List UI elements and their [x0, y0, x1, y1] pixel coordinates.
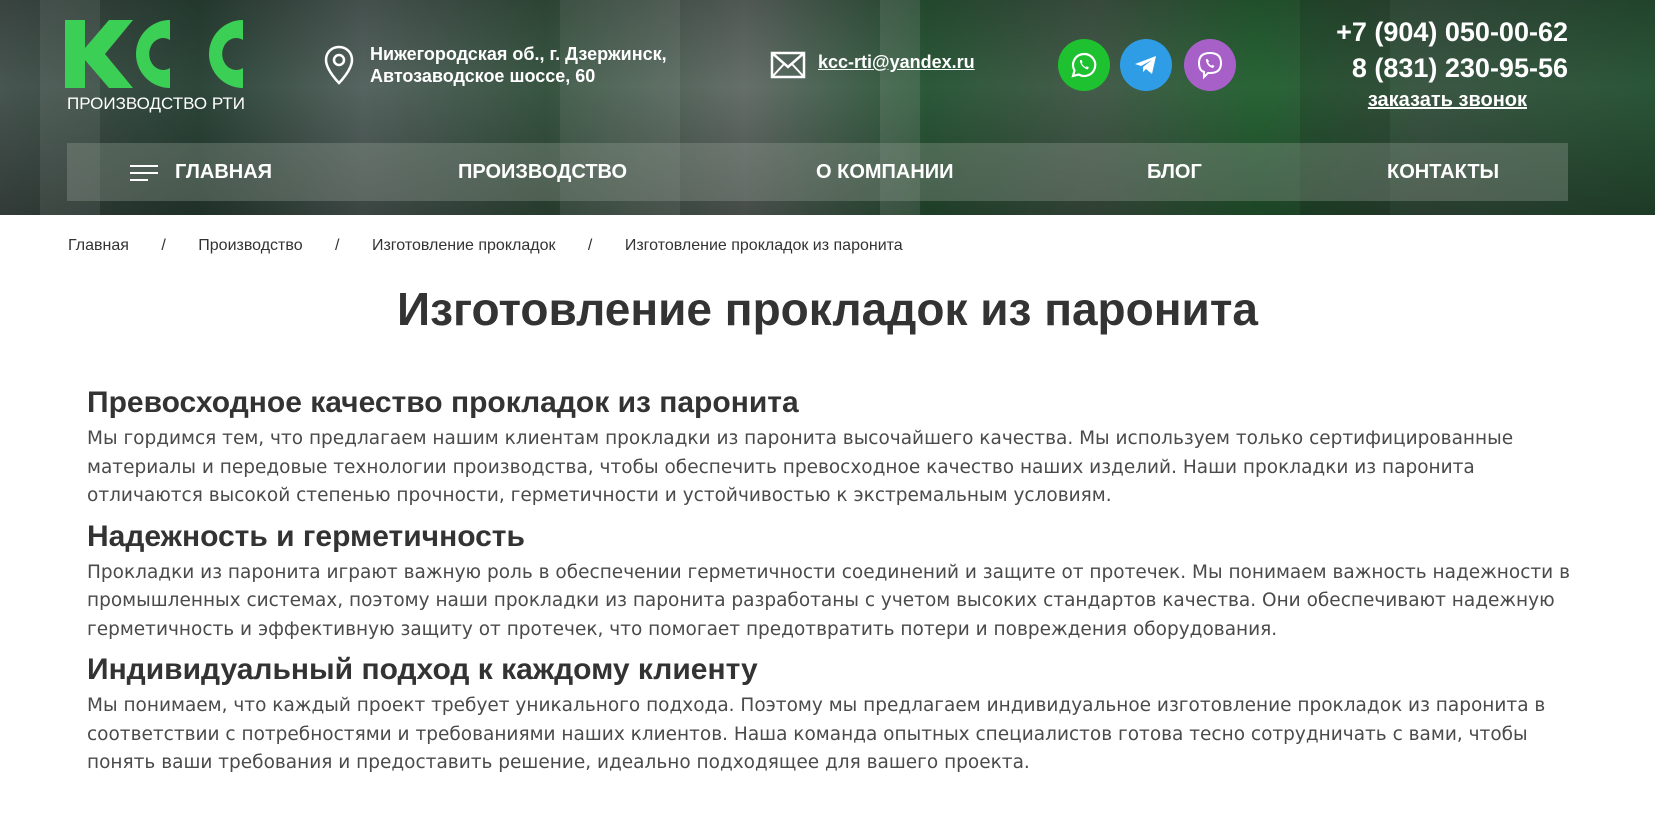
logo-mark [65, 20, 243, 88]
section-heading: Индивидуальный подход к каждому клиенту [87, 653, 758, 686]
envelope-icon [770, 51, 806, 79]
breadcrumb-item-production[interactable]: Производство [198, 237, 302, 255]
nav-item-home[interactable]: ГЛАВНАЯ [175, 143, 272, 201]
phone-primary[interactable]: +7 (904) 050-00-62 [1336, 17, 1568, 48]
breadcrumb-separator: / [335, 237, 340, 254]
section-heading: Превосходное качество прокладок из парон… [87, 386, 799, 419]
callback-link[interactable]: заказать звонок [1368, 89, 1527, 112]
section-text: Мы понимаем, что каждый проект требует у… [87, 695, 1546, 773]
whatsapp-button[interactable] [1058, 39, 1110, 91]
telegram-button[interactable] [1120, 39, 1172, 91]
breadcrumb-item-home[interactable]: Главная [68, 237, 129, 255]
nav-item-contacts[interactable]: КОНТАКТЫ [1387, 143, 1499, 201]
whatsapp-icon [1071, 52, 1097, 78]
nav-item-about[interactable]: О КОМПАНИИ [816, 143, 954, 201]
viber-button[interactable] [1184, 39, 1236, 91]
viber-icon [1197, 51, 1223, 80]
phone-secondary[interactable]: 8 (831) 230-95-56 [1352, 53, 1568, 84]
page-title: Изготовление прокладок из паронита [397, 283, 1258, 335]
logo-subtitle: ПРОИЗВОДСТВО РТИ [67, 94, 246, 113]
address-line-2: Автозаводское шоссе, 60 [370, 66, 596, 86]
breadcrumb-separator: / [587, 237, 593, 254]
location-pin-icon [324, 45, 354, 85]
email-link[interactable]: kcc-rti@yandex.ru [818, 52, 975, 73]
menu-icon[interactable] [130, 165, 158, 181]
nav-item-production[interactable]: ПРОИЗВОДСТВО [458, 143, 627, 201]
nav-item-blog[interactable]: БЛОГ [1147, 143, 1202, 201]
section-text: Прокладки из паронита играют важную роль… [87, 561, 1570, 640]
telegram-icon [1135, 56, 1156, 74]
breadcrumb-item-current: Изготовление прокладок из паронита [624, 237, 903, 254]
section-heading: Надежность и герметичность [87, 519, 525, 553]
logo[interactable]: ПРОИЗВОДСТВО РТИ [65, 18, 250, 114]
address: Нижегородская об., г. Дзержинск, Автозав… [370, 43, 667, 87]
main-nav: ГЛАВНАЯ ПРОИЗВОДСТВО О КОМПАНИИ БЛОГ КОН… [67, 143, 1568, 201]
breadcrumb-item-gaskets[interactable]: Изготовление прокладок [372, 237, 556, 255]
article-content: Превосходное качество прокладок из парон… [87, 383, 1587, 784]
address-line-1: Нижегородская об., г. Дзержинск, [370, 44, 667, 64]
site-header: ПРОИЗВОДСТВО РТИ Нижегородская об., г. Д… [0, 0, 1655, 215]
breadcrumb: Главная / Производство / Изготовление пр… [68, 237, 903, 255]
breadcrumb-separator: / [161, 237, 166, 254]
section-text: Мы гордимся тем, что предлагаем нашим кл… [87, 428, 1514, 506]
